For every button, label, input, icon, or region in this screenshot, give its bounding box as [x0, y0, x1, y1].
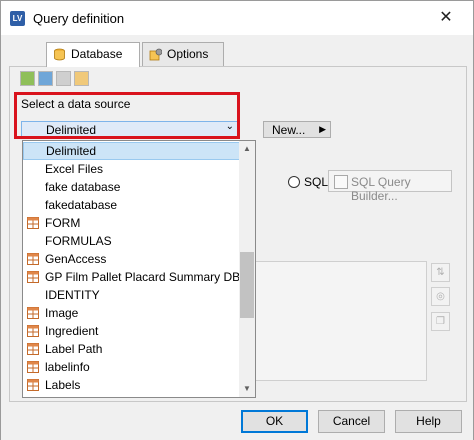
table-icon — [27, 253, 39, 265]
list-item[interactable]: fake database — [23, 178, 240, 196]
data-source-dropdown-list[interactable]: Delimited Excel Files fake database fake… — [22, 140, 256, 398]
scroll-up-icon[interactable]: ▲ — [239, 141, 255, 157]
list-item[interactable]: Labels — [23, 376, 240, 394]
tab-database-label: Database — [71, 47, 123, 61]
table-icon — [27, 307, 39, 319]
list-item[interactable]: Excel Files — [23, 160, 240, 178]
app-logo-icon: LV — [10, 11, 25, 26]
ok-button[interactable]: OK — [241, 410, 308, 433]
tab-options-label: Options — [167, 47, 209, 61]
edit-table-icon[interactable] — [74, 71, 89, 86]
table-icon — [27, 325, 39, 337]
list-item[interactable]: Label Path — [23, 340, 240, 358]
list-item[interactable]: labelinfo — [23, 358, 240, 376]
list-item[interactable]: FORMULAS — [23, 232, 240, 250]
close-icon[interactable]: ✕ — [431, 4, 461, 32]
table-icon — [27, 361, 39, 373]
list-item[interactable]: fakedatabase — [23, 196, 240, 214]
scroll-down-icon[interactable]: ▼ — [239, 381, 255, 397]
list-item[interactable]: IDENTITY — [23, 286, 240, 304]
add-table-icon[interactable] — [20, 71, 35, 86]
title-bar: LV Query definition ✕ — [1, 1, 473, 35]
table-icon — [27, 379, 39, 391]
table-icon — [27, 271, 39, 283]
table-icon — [27, 343, 39, 355]
list-item[interactable]: Image — [23, 304, 240, 322]
sort-icon[interactable]: ⇅ — [431, 263, 450, 282]
help-button[interactable]: Help — [395, 410, 462, 433]
arrow-right-icon: ▶ — [319, 124, 326, 134]
join-table-icon[interactable] — [38, 71, 53, 86]
filter-icon[interactable]: ◎ — [431, 287, 450, 306]
list-item[interactable]: Delimited — [23, 142, 240, 160]
scrollbar-thumb[interactable] — [240, 252, 254, 318]
sql-query-builder-button[interactable]: SQL Query Builder... — [328, 170, 452, 203]
sql-query-builder-label: SQL Query Builder... — [351, 175, 411, 203]
tab-options[interactable]: Options — [142, 42, 224, 66]
new-button-label: New... — [272, 123, 306, 137]
cancel-button[interactable]: Cancel — [318, 410, 385, 433]
copy-icon[interactable]: ❐ — [431, 312, 450, 331]
dropdown-scrollbar[interactable]: ▲ ▼ — [239, 141, 255, 397]
delete-table-icon[interactable] — [56, 71, 71, 86]
list-item[interactable]: Ingredient — [23, 322, 240, 340]
sql-radio-label: SQL — [304, 175, 329, 189]
query-fields-area[interactable] — [244, 261, 427, 381]
database-icon — [54, 48, 65, 61]
sql-radio-button[interactable] — [288, 176, 300, 188]
list-item[interactable]: GP Film Pallet Placard Summary DB-703 — [23, 268, 255, 286]
list-item[interactable]: FORM — [23, 214, 240, 232]
query-definition-dialog: LV Query definition ✕ Database Options S… — [0, 0, 474, 440]
highlight-annotation-box — [14, 92, 240, 139]
new-data-source-button[interactable]: New... ▶ — [263, 121, 331, 138]
query-builder-icon — [334, 175, 348, 189]
options-icon — [149, 48, 162, 61]
tab-database[interactable]: Database — [46, 42, 140, 67]
table-icon — [27, 217, 39, 229]
list-item[interactable]: GenAccess — [23, 250, 240, 268]
dialog-title: Query definition — [33, 11, 125, 26]
